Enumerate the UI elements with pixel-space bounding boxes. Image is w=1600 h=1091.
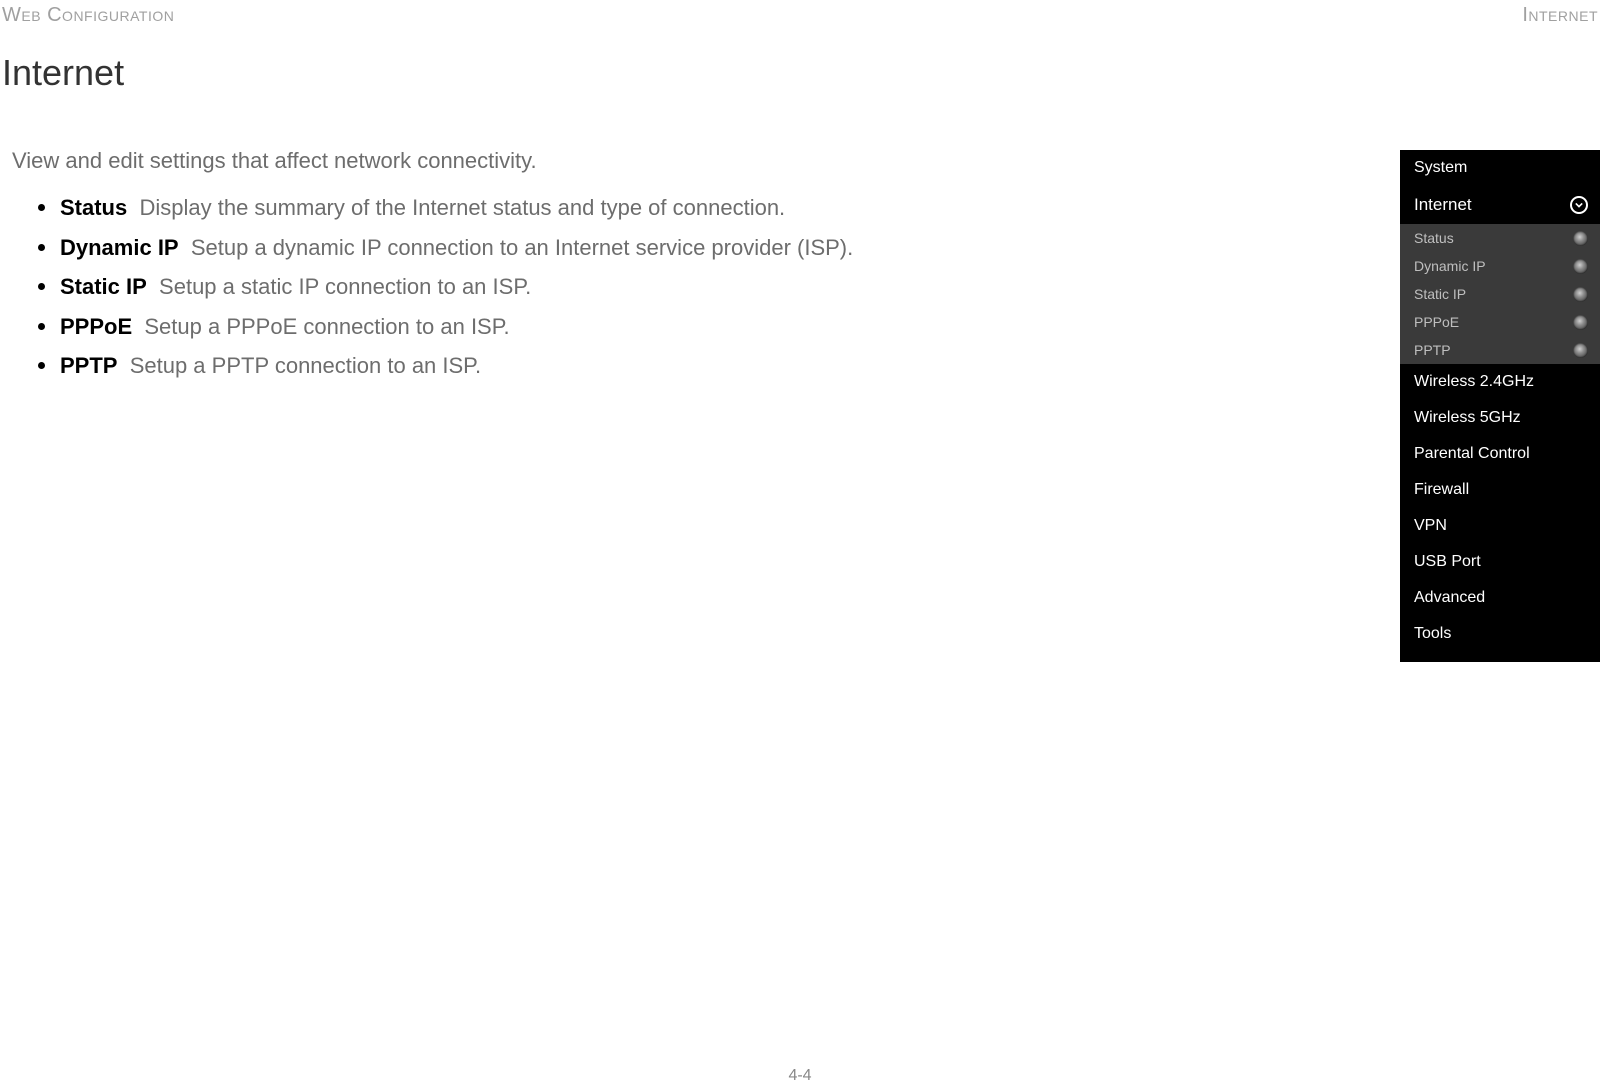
list-item: Dynamic IP Setup a dynamic IP connection… [60, 228, 1032, 268]
sidebar-item-pptp[interactable]: PPTP [1400, 336, 1600, 364]
radio-icon [1573, 287, 1588, 302]
sidebar-item-usb[interactable]: USB Port [1400, 544, 1600, 580]
sidebar-item-tools[interactable]: Tools [1400, 616, 1600, 652]
feature-term: Status [60, 195, 127, 220]
feature-term: PPPoE [60, 314, 132, 339]
sidebar-item-firewall[interactable]: Firewall [1400, 472, 1600, 508]
sidebar-item-label: Advanced [1414, 589, 1485, 607]
sidebar-item-dynamic-ip[interactable]: Dynamic IP [1400, 252, 1600, 280]
feature-desc: Display the summary of the Internet stat… [139, 195, 785, 220]
page-number: 4-4 [788, 1067, 811, 1085]
feature-term: Dynamic IP [60, 235, 179, 260]
sidebar-item-pppoe[interactable]: PPPoE [1400, 308, 1600, 336]
intro-text: View and edit settings that affect netwo… [12, 148, 1032, 174]
sidebar-item-label: System [1414, 159, 1467, 177]
sidebar-item-vpn[interactable]: VPN [1400, 508, 1600, 544]
chevron-down-icon [1570, 196, 1588, 214]
page-title: Internet [2, 52, 124, 94]
feature-desc: Setup a static IP connection to an ISP. [159, 274, 531, 299]
radio-icon [1573, 315, 1588, 330]
sidebar-item-label: PPPoE [1414, 314, 1459, 330]
content-body: View and edit settings that affect netwo… [12, 148, 1032, 386]
header-left: Web Configuration [2, 4, 174, 27]
sidebar-item-static-ip[interactable]: Static IP [1400, 280, 1600, 308]
feature-desc: Setup a PPTP connection to an ISP. [130, 353, 481, 378]
sidebar-item-system[interactable]: System [1400, 150, 1600, 186]
sidebar-item-label: Tools [1414, 625, 1451, 643]
list-item: Static IP Setup a static IP connection t… [60, 267, 1032, 307]
header-right: Internet [1522, 4, 1598, 27]
feature-desc: Setup a dynamic IP connection to an Inte… [191, 235, 853, 260]
radio-icon [1573, 343, 1588, 358]
sidebar-item-label: VPN [1414, 517, 1447, 535]
sidebar-item-label: Wireless 2.4GHz [1414, 373, 1534, 391]
sidebar-item-label: Static IP [1414, 286, 1466, 302]
sidebar-item-label: Dynamic IP [1414, 258, 1486, 274]
sidebar-item-wireless-5[interactable]: Wireless 5GHz [1400, 400, 1600, 436]
radio-icon [1573, 231, 1588, 246]
list-item: Status Display the summary of the Intern… [60, 188, 1032, 228]
sidebar-item-label: Status [1414, 230, 1454, 246]
feature-desc: Setup a PPPoE connection to an ISP. [144, 314, 509, 339]
feature-term: Static IP [60, 274, 147, 299]
feature-list: Status Display the summary of the Intern… [12, 188, 1032, 386]
sidebar-item-label: Wireless 5GHz [1414, 409, 1521, 427]
feature-term: PPTP [60, 353, 117, 378]
sidebar-item-label: Internet [1414, 195, 1472, 215]
sidebar-item-label: Firewall [1414, 481, 1469, 499]
sidebar-nav: System Internet Status Dynamic IP Static… [1400, 150, 1600, 662]
sidebar-item-label: PPTP [1414, 342, 1451, 358]
sidebar-item-status[interactable]: Status [1400, 224, 1600, 252]
sidebar-item-label: USB Port [1414, 553, 1481, 571]
list-item: PPTP Setup a PPTP connection to an ISP. [60, 346, 1032, 386]
sidebar-item-label: Parental Control [1414, 445, 1530, 463]
radio-icon [1573, 259, 1588, 274]
sidebar-item-advanced[interactable]: Advanced [1400, 580, 1600, 616]
sidebar-item-wireless-24[interactable]: Wireless 2.4GHz [1400, 364, 1600, 400]
sidebar-item-internet[interactable]: Internet [1400, 186, 1600, 224]
sidebar-item-parental[interactable]: Parental Control [1400, 436, 1600, 472]
list-item: PPPoE Setup a PPPoE connection to an ISP… [60, 307, 1032, 347]
